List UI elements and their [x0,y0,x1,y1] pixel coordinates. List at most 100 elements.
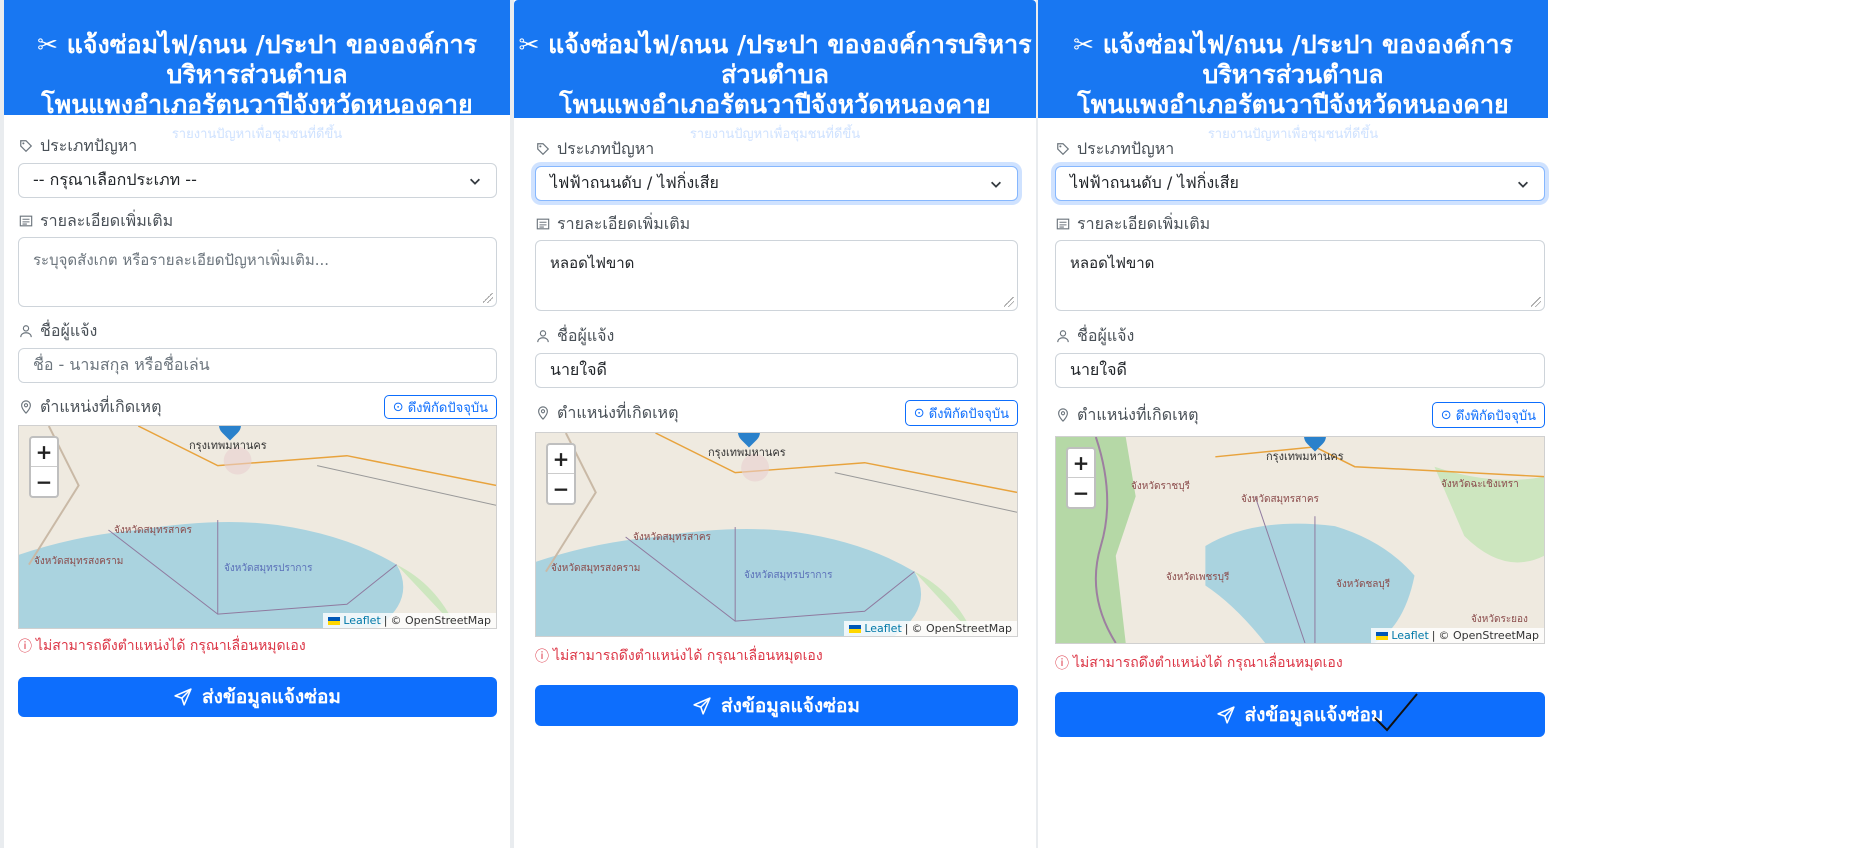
tag-icon [1055,141,1071,157]
chevron-down-icon [470,178,480,185]
osm-link[interactable]: © OpenStreetMap [1438,629,1539,642]
map-tiles [536,433,1017,636]
form-screen-1: ✂ แจ้งซ่อมไฟ/ถนน /ประปา ขององค์การบริหาร… [4,0,510,848]
ukraine-flag-icon [849,624,862,633]
details-textarea[interactable]: ระบุจุดสังเกต หรือรายละเอียดปัญหาเพิ่มเต… [18,237,497,307]
reporter-label: ชื่อผู้แจ้ง [18,320,497,342]
location-pin-icon [1055,407,1071,423]
reporter-input[interactable]: นายใจดี [1055,353,1545,388]
map-label-ratchaburi: จังหวัดราชบุรี [1131,481,1190,492]
location-error: ⓘ ไม่สามารถดึงตำแหน่งได้ กรุณาเลื่อนหมุด… [18,638,306,655]
page-title: ✂ แจ้งซ่อมไฟ/ถนน /ประปา ขององค์การบริหาร… [37,30,477,119]
get-location-button[interactable]: ⊙ ดึงพิกัดปัจจุบัน [1431,402,1545,428]
tag-icon [535,141,551,157]
details-label: รายละเอียดเพิ่มเติม [18,210,497,232]
get-location-button[interactable]: ⊙ ดึงพิกัดปัจจุบัน [904,400,1018,426]
form-screen-3: ✂ แจ้งซ่อมไฟ/ถนน /ประปา ขององค์การบริหาร… [1038,0,1854,848]
submit-button[interactable]: ส่งข้อมูลแจ้งซ่อม [18,677,497,717]
osm-link[interactable]: © OpenStreetMap [390,614,491,627]
page-header: ✂ แจ้งซ่อมไฟ/ถนน /ประปา ขององค์การบริหาร… [514,0,1036,142]
details-textarea[interactable]: หลอดไฟขาด [1055,240,1545,311]
details-label: รายละเอียดเพิ่มเติม [535,213,1018,235]
send-icon [174,688,192,706]
category-select[interactable]: ไฟฟ้าถนนดับ / ไฟกิ่งเสีย [1055,166,1545,201]
info-icon: ⓘ [18,639,32,655]
page-header: ✂ แจ้งซ่อมไฟ/ถนน /ประปา ขององค์การบริหาร… [1038,0,1548,142]
get-location-button[interactable]: ⊙ ดึงพิกัดปัจจุบัน [383,395,497,419]
person-icon [535,328,551,344]
chevron-down-icon [1518,181,1528,188]
category-select[interactable]: ไฟฟ้าถนนดับ / ไฟกิ่งเสีย [535,166,1018,201]
leaflet-link[interactable]: Leaflet [864,622,901,635]
details-label: รายละเอียดเพิ่มเติม [1055,213,1545,235]
zoom-in-button[interactable]: + [548,445,574,474]
leaflet-link[interactable]: Leaflet [1391,629,1428,642]
zoom-in-button[interactable]: + [31,438,57,467]
reporter-label: ชื่อผู้แจ้ง [535,325,1018,347]
send-icon [693,696,711,715]
map-label-chachoengsao: จังหวัดฉะเชิงเทรา [1441,479,1519,490]
location-label: ตำแหน่งที่เกิดเหตุ [18,396,161,418]
location-error: ⓘ ไม่สามารถดึงตำแหน่งได้ กรุณาเลื่อนหมุด… [1055,655,1343,672]
document-icon [1055,216,1071,232]
zoom-out-button[interactable]: − [31,467,57,496]
location-map[interactable]: กรุงเทพมหานคร จังหวัดสมุทรสาคร จังหวัดสม… [18,425,497,629]
map-tiles [19,426,496,628]
tools-icon: ✂ [1073,30,1095,59]
map-label-samut-prakan: จังหวัดสมุทรปราการ [744,570,833,581]
location-map[interactable]: กรุงเทพมหานคร จังหวัดราชบุรี จังหวัดสมุท… [1055,436,1545,644]
zoom-in-button[interactable]: + [1068,449,1094,478]
map-label-bangkok: กรุงเทพมหานคร [189,439,267,452]
info-icon: ⓘ [535,649,549,665]
details-textarea[interactable]: หลอดไฟขาด [535,240,1018,311]
location-row: ตำแหน่งที่เกิดเหตุ ⊙ ดึงพิกัดปัจจุบัน [1055,402,1545,428]
location-label: ตำแหน่งที่เกิดเหตุ [1055,404,1198,426]
document-icon [535,216,551,232]
crosshair-icon: ⊙ [1440,407,1452,423]
map-label-rayong: จังหวัดระยอง [1471,614,1528,625]
map-zoom-control: + − [546,443,576,505]
page-title: ✂ แจ้งซ่อมไฟ/ถนน /ประปา ขององค์การบริหาร… [1073,30,1513,119]
location-row: ตำแหน่งที่เกิดเหตุ ⊙ ดึงพิกัดปัจจุบัน [535,400,1018,426]
ukraine-flag-icon [328,616,341,625]
map-zoom-control: + − [29,436,59,498]
map-attribution: Leaflet | © OpenStreetMap [1371,628,1544,643]
resize-handle[interactable] [483,293,493,303]
map-label-chonburi: จังหวัดชลบุรี [1336,579,1391,590]
zoom-out-button[interactable]: − [1068,478,1094,507]
location-error: ⓘ ไม่สามารถดึงตำแหน่งได้ กรุณาเลื่อนหมุด… [535,648,823,665]
map-label-samut-songkhram: จังหวัดสมุทรสงคราม [551,563,641,574]
crosshair-icon: ⊙ [913,405,925,421]
person-icon [1055,328,1071,344]
page-title: ✂ แจ้งซ่อมไฟ/ถนน /ประปา ขององค์การบริหาร… [518,30,1032,119]
tools-icon: ✂ [518,30,540,59]
submit-button[interactable]: ส่งข้อมูลแจ้งซ่อม [1055,692,1545,737]
zoom-out-button[interactable]: − [548,474,574,503]
submit-button[interactable]: ส่งข้อมูลแจ้งซ่อม [535,685,1018,726]
tag-icon [18,138,34,154]
person-icon [18,323,34,339]
reporter-input[interactable]: ชื่อ - นามสกุล หรือชื่อเล่น [18,348,497,383]
form-screen-2: ✂ แจ้งซ่อมไฟ/ถนน /ประปา ขององค์การบริหาร… [514,0,1036,848]
map-zoom-control: + − [1066,447,1096,509]
reporter-input[interactable]: นายใจดี [535,353,1018,388]
map-label-samut-sakhon: จังหวัดสมุทรสาคร [114,525,192,536]
resize-handle[interactable] [1531,297,1541,307]
location-pin-icon [535,405,551,421]
reporter-label: ชื่อผู้แจ้ง [1055,325,1545,347]
map-label-phetchaburi: จังหวัดเพชรบุรี [1166,572,1230,583]
map-label-samut-prakan: จังหวัดสมุทรปราการ [224,563,313,574]
map-label-samut-sakhon: จังหวัดสมุทรสาคร [633,532,711,543]
location-pin-icon [18,399,34,415]
ukraine-flag-icon [1376,631,1389,640]
location-map[interactable]: กรุงเทพมหานคร จังหวัดสมุทรสาคร จังหวัดสม… [535,432,1018,637]
osm-link[interactable]: © OpenStreetMap [911,622,1012,635]
crosshair-icon: ⊙ [392,399,404,415]
page-header: ✂ แจ้งซ่อมไฟ/ถนน /ประปา ขององค์การบริหาร… [4,0,510,142]
location-label: ตำแหน่งที่เกิดเหตุ [535,402,678,424]
resize-handle[interactable] [1004,297,1014,307]
category-select[interactable]: -- กรุณาเลือกประเภท -- [18,163,497,198]
leaflet-link[interactable]: Leaflet [343,614,380,627]
info-icon: ⓘ [1055,656,1069,672]
map-attribution: Leaflet | © OpenStreetMap [323,613,496,628]
